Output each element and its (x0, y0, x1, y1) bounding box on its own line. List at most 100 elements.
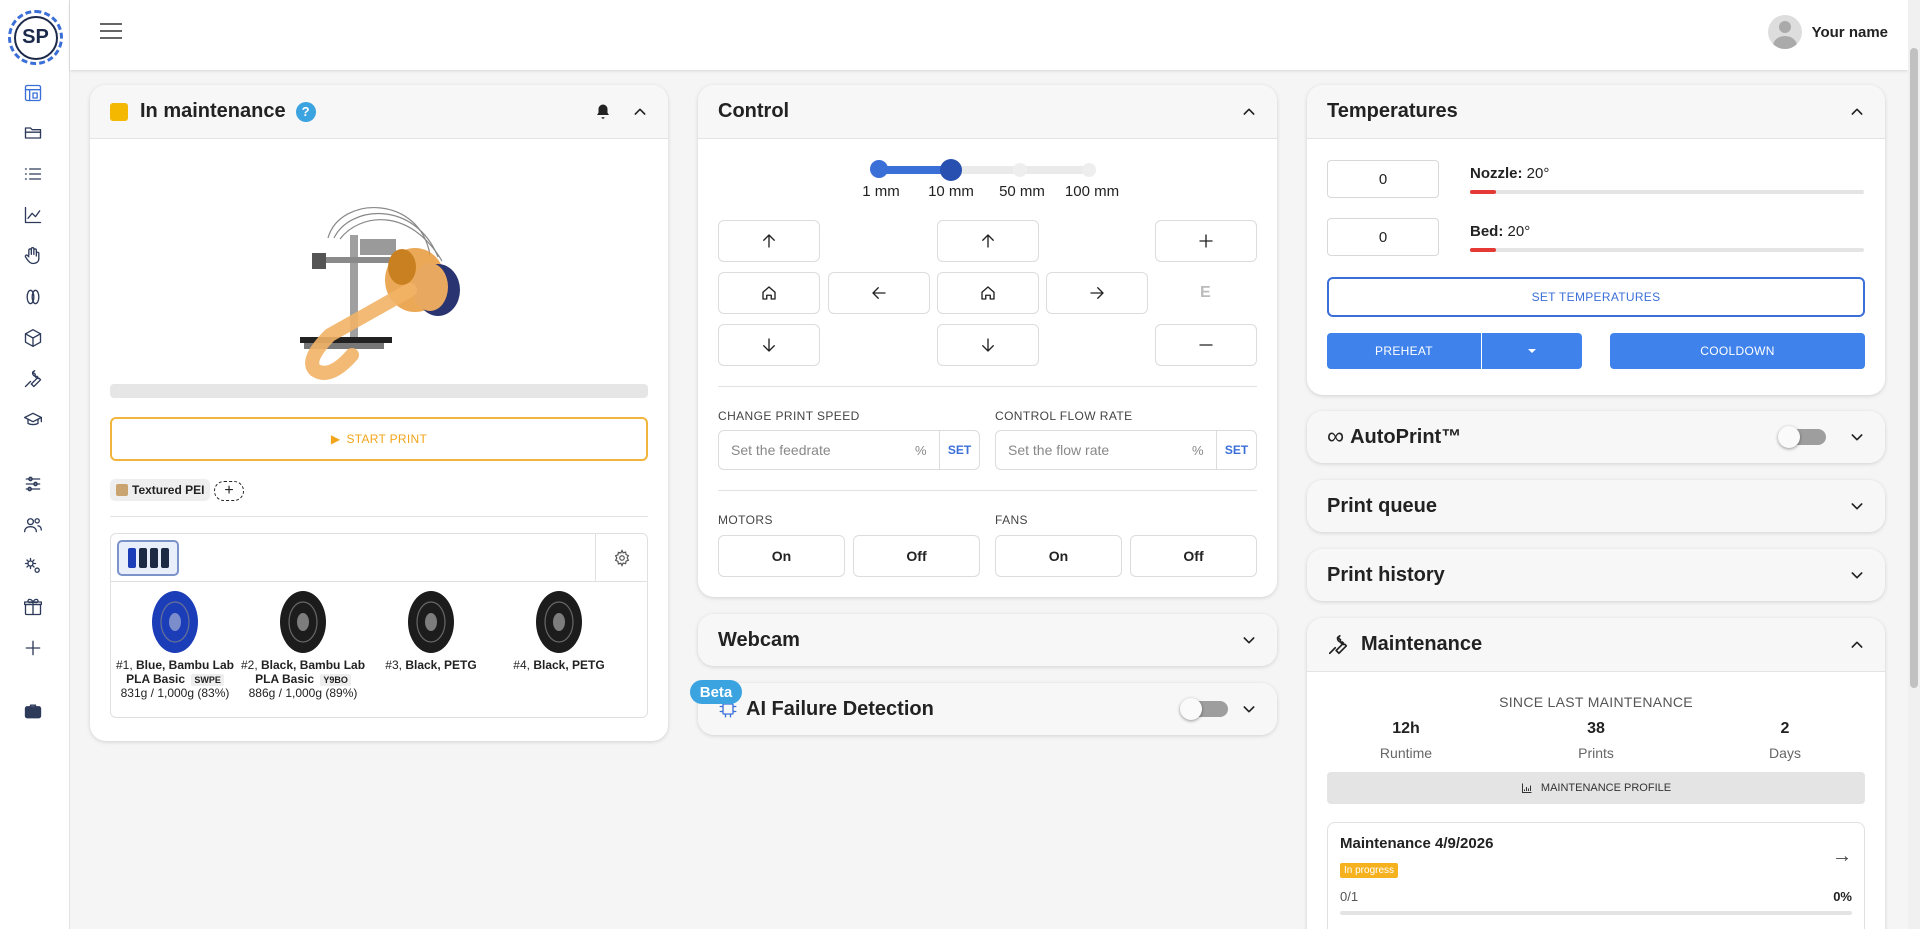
chevron-down-icon[interactable] (1849, 567, 1865, 583)
spool-icon[interactable] (22, 286, 44, 308)
retract-button[interactable] (1155, 324, 1257, 366)
extrude-button[interactable] (1155, 220, 1257, 262)
autoprint-card[interactable]: ∞ AutoPrint™ (1307, 411, 1885, 463)
motors-on-button[interactable]: On (718, 535, 845, 577)
print-queue-header[interactable]: Print queue (1307, 480, 1885, 532)
list-icon[interactable] (22, 163, 44, 185)
users-icon[interactable] (22, 514, 44, 536)
print-queue-card[interactable]: Print queue (1307, 480, 1885, 532)
z-up-button[interactable] (718, 220, 820, 262)
step-label[interactable]: 50 mm (999, 183, 1045, 200)
fans-label: FANS (995, 513, 1028, 527)
ai-detection-title: AI Failure Detection (746, 697, 934, 720)
printer-icon[interactable] (22, 82, 44, 104)
print-speed-input[interactable]: Set the feedrate (719, 442, 915, 458)
chevron-up-icon[interactable] (632, 104, 648, 120)
chevron-up-icon[interactable] (1849, 104, 1865, 120)
print-history-card[interactable]: Print history (1307, 549, 1885, 601)
chevron-down-icon[interactable] (1849, 498, 1865, 514)
bed-target-input[interactable]: 0 (1327, 218, 1439, 256)
chevron-up-icon[interactable] (1849, 637, 1865, 653)
spool-item[interactable]: #3, Black, PETG (367, 590, 495, 700)
ams-unit-icon[interactable] (117, 540, 179, 576)
temperatures-title: Temperatures (1327, 100, 1458, 122)
app-logo[interactable]: SP (8, 10, 63, 65)
hand-icon[interactable] (22, 245, 44, 267)
divider (110, 516, 648, 517)
maintenance-task-card[interactable]: Maintenance 4/9/2026 → In progress 0/1 0… (1327, 822, 1865, 929)
scrollbar-thumb[interactable] (1910, 48, 1918, 688)
chevron-down-icon[interactable] (1241, 632, 1257, 648)
control-title: Control (718, 100, 790, 122)
step-label[interactable]: 1 mm (862, 183, 900, 200)
autoprint-header[interactable]: ∞ AutoPrint™ (1307, 411, 1885, 463)
chevron-up-icon[interactable] (1241, 104, 1257, 120)
autoprint-toggle[interactable] (1778, 426, 1826, 448)
step-label[interactable]: 100 mm (1065, 183, 1119, 200)
arrow-left-icon (872, 287, 886, 299)
sliders-icon[interactable] (22, 473, 44, 495)
step-slider-stop[interactable] (1013, 163, 1027, 177)
y-forward-button[interactable] (937, 220, 1039, 262)
wrench-icon[interactable] (22, 368, 44, 390)
preheat-button[interactable]: PREHEAT (1327, 333, 1481, 369)
help-icon[interactable]: ? (295, 101, 316, 122)
gear-icon[interactable] (595, 534, 647, 582)
webcam-header[interactable]: Webcam (698, 614, 1277, 666)
graduation-cap-icon[interactable] (22, 409, 44, 431)
user-menu[interactable]: Your name (1767, 15, 1888, 49)
chevron-down-icon[interactable] (1241, 701, 1257, 717)
play-icon: ▶ (330, 432, 341, 446)
flow-rate-input[interactable]: Set the flow rate (996, 442, 1192, 458)
set-speed-button[interactable]: SET (939, 431, 979, 469)
cooldown-button[interactable]: COOLDOWN (1610, 333, 1865, 369)
print-speed-field: Set the feedrate % SET (718, 430, 980, 470)
ai-detection-card[interactable]: AI Failure Detection (698, 683, 1277, 735)
step-slider-stop[interactable] (1082, 163, 1096, 177)
set-flow-button[interactable]: SET (1216, 431, 1256, 469)
spool-item[interactable]: #2, Black, Bambu Lab PLA Basic Y9BO 886g … (239, 590, 367, 700)
step-slider-stop[interactable] (870, 160, 888, 178)
home-xy-button[interactable] (937, 272, 1039, 314)
add-plate-button[interactable]: + (214, 481, 244, 501)
motors-off-button[interactable]: Off (853, 535, 980, 577)
webcam-card[interactable]: Webcam (698, 614, 1277, 666)
arrow-right-icon[interactable]: → (1832, 845, 1852, 868)
chart-icon[interactable] (22, 204, 44, 226)
spool-item[interactable]: #1, Blue, Bambu Lab PLA Basic SWPE 831g /… (111, 590, 239, 700)
step-slider-handle[interactable] (940, 159, 962, 181)
fans-on-button[interactable]: On (995, 535, 1122, 577)
plus-icon[interactable] (22, 637, 44, 659)
z-down-button[interactable] (718, 324, 820, 366)
x-right-button[interactable] (1046, 272, 1148, 314)
step-slider[interactable] (870, 159, 1096, 181)
menu-icon[interactable] (100, 23, 122, 41)
briefcase-icon[interactable] (22, 700, 44, 722)
gift-icon[interactable] (22, 596, 44, 618)
spool-icon (150, 590, 200, 654)
home-z-button[interactable] (718, 272, 820, 314)
build-plate-chip[interactable]: Textured PEI (110, 479, 211, 501)
spool-item[interactable]: #4, Black, PETG (495, 590, 623, 700)
fans-off-button[interactable]: Off (1130, 535, 1257, 577)
print-history-header[interactable]: Print history (1307, 549, 1885, 601)
chevron-down-icon[interactable] (1849, 429, 1865, 445)
page-scrollbar[interactable] (1908, 0, 1920, 929)
spool-tag: Y9BO (320, 674, 351, 686)
step-label[interactable]: 10 mm (928, 183, 974, 200)
set-temperatures-button[interactable]: SET TEMPERATURES (1327, 277, 1865, 317)
ai-detection-header[interactable]: AI Failure Detection (698, 683, 1277, 735)
preheat-dropdown-button[interactable] (1482, 333, 1582, 369)
gears-icon[interactable] (22, 555, 44, 577)
cube-icon[interactable] (22, 327, 44, 349)
maintenance-profile-button[interactable]: MAINTENANCE PROFILE (1327, 772, 1865, 804)
nozzle-target-input[interactable]: 0 (1327, 160, 1439, 198)
folder-icon[interactable] (22, 122, 44, 144)
x-left-button[interactable] (828, 272, 930, 314)
top-bar: Your name (70, 0, 1908, 70)
bell-icon[interactable] (594, 103, 612, 121)
start-print-button[interactable]: ▶ START PRINT (110, 417, 648, 461)
status-badge: In progress (1340, 863, 1399, 878)
y-back-button[interactable] (937, 324, 1039, 366)
ai-detection-toggle[interactable] (1180, 698, 1228, 720)
